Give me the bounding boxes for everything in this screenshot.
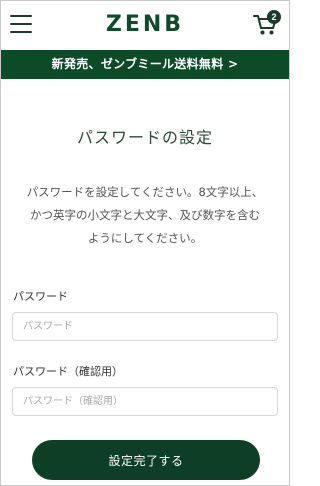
password-input[interactable] [12,312,278,341]
description-line-1: パスワードを設定してください。8文字以上、 [26,185,264,199]
password-confirm-input[interactable] [12,387,278,416]
password-confirm-label: パスワード（確認用） [13,365,123,378]
shopping-cart-icon[interactable]: 2 [253,10,281,37]
description-line-3: ようにしてください。 [87,231,203,245]
page-title: パスワードの設定 [76,128,213,147]
brand-logo[interactable]: ZENB [1,12,289,37]
app-frame: ZENB 2 新発売、ゼンブミール送料無料 > パスワードの設定 パスワードを設… [0,0,290,486]
site-header: ZENB 2 [1,1,289,50]
password-rules-description: パスワードを設定してください。8文字以上、 かつ英字の小文字と大文字、及び数字を… [11,181,279,250]
promo-banner[interactable]: 新発売、ゼンブミール送料無料 > [1,50,289,79]
password-label: パスワード [13,290,68,303]
submit-button[interactable]: 設定完了する [32,440,260,480]
description-line-2: かつ英字の小文字と大文字、及び数字を含む [30,208,260,222]
cart-count-badge: 2 [267,10,281,24]
